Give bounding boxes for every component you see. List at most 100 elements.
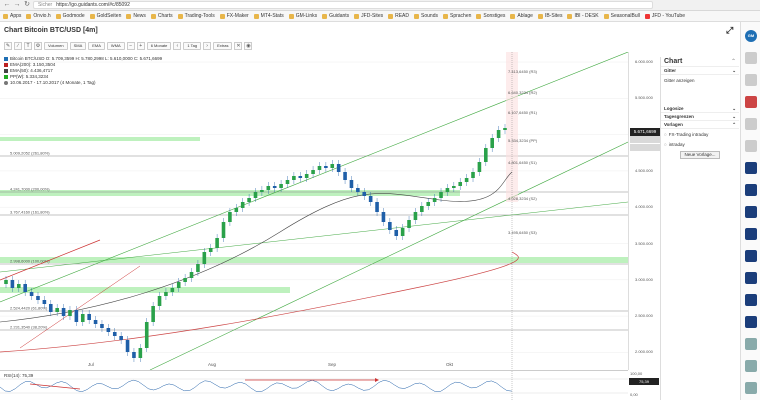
candle	[151, 306, 155, 322]
widget-icon[interactable]	[745, 250, 757, 262]
new-template-button[interactable]: Neue Vorlage...	[680, 151, 720, 159]
pivot-label: 3.495,6450 (S3)	[508, 230, 537, 235]
price-tick-label: 4.000.000	[635, 204, 653, 210]
wma-button[interactable]: WMA	[106, 41, 125, 50]
pivot-label: 5.334,3234 (PP)	[508, 138, 538, 143]
bookmark[interactable]: IBI - DESK	[567, 13, 599, 19]
fib-label: 2.998,6000 (100,00%)	[10, 259, 50, 264]
candle	[260, 190, 264, 192]
folder-icon	[567, 13, 573, 19]
bookmark[interactable]: GM-Links	[288, 13, 317, 19]
bookmark[interactable]: MT4-Stats	[253, 13, 284, 19]
candle	[471, 172, 475, 178]
widget-icon[interactable]	[745, 338, 757, 350]
settings-icon[interactable]: ⚙	[34, 41, 42, 50]
bookmark[interactable]: Apps	[3, 13, 21, 19]
widget-icon[interactable]	[745, 74, 757, 86]
bookmark[interactable]: Charts	[150, 13, 173, 19]
rsi-chart	[0, 371, 628, 401]
chevron-down-icon: ⌄	[732, 67, 736, 73]
gitter-toggle[interactable]: Gitter anzeigen	[661, 75, 739, 85]
widget-icon[interactable]	[745, 360, 757, 372]
candle	[458, 182, 463, 186]
section-logosize[interactable]: Logosize ⌄	[661, 105, 739, 113]
section-vorlagen[interactable]: Vorlagen ⌃	[661, 121, 739, 129]
widget-icon[interactable]	[745, 96, 757, 108]
bookmark[interactable]: JFD-Sites	[354, 13, 383, 19]
candle	[356, 188, 360, 192]
bookmark[interactable]: GoldSeiten	[89, 13, 121, 19]
folder-icon	[510, 13, 516, 19]
ema-button[interactable]: EMA	[88, 41, 105, 50]
bookmark[interactable]: Guidants	[322, 13, 349, 19]
candle	[157, 296, 162, 306]
user-badge[interactable]: GM	[745, 30, 757, 42]
chevron-right-icon[interactable]: ›	[203, 41, 212, 50]
volume-button[interactable]: Volumen	[44, 41, 68, 50]
bookmark[interactable]: Godmode	[55, 13, 85, 19]
bookmark[interactable]: News	[126, 13, 146, 19]
widget-icon[interactable]	[745, 184, 757, 196]
widget-icon[interactable]	[745, 206, 757, 218]
fib-label: 4.241,7000 (200,00%)	[10, 187, 50, 192]
draw-tool-icon[interactable]: ✎	[4, 41, 12, 50]
back-icon[interactable]: ←	[3, 1, 11, 9]
section-gitter[interactable]: Gitter ⌄	[661, 67, 739, 75]
support-zone	[0, 137, 200, 141]
bookmark[interactable]: IB-Sites	[537, 13, 562, 19]
folder-icon	[150, 13, 156, 19]
bookmark[interactable]: JFD - YouTube	[644, 13, 685, 19]
eye-icon[interactable]: ◉	[244, 41, 253, 50]
candle	[132, 352, 136, 358]
widget-icon[interactable]	[745, 162, 757, 174]
chevron-left-icon[interactable]: ‹	[173, 41, 182, 50]
extras-button[interactable]: Extras	[213, 41, 233, 50]
address-bar[interactable]: Sicher https://go.guidants.com/#c/85092	[33, 1, 653, 9]
rsi-label: RSI(14): 75,39	[4, 373, 34, 378]
timeframe-select[interactable]: 6 Monate	[146, 41, 172, 50]
trash-icon[interactable]: ✕	[234, 41, 243, 50]
expand-icon[interactable]: ⤢	[726, 25, 733, 36]
template-item[interactable]: ○ FX-Trading intraday	[661, 129, 739, 139]
section-tagesgrenzen[interactable]: Tagesgrenzen ⌄	[661, 113, 739, 121]
zoom-out-icon[interactable]: −	[126, 41, 135, 50]
bookmark[interactable]: Sprachen	[442, 13, 471, 19]
bookmark[interactable]: READ	[388, 13, 409, 19]
template-item[interactable]: ○ intraday	[661, 139, 739, 149]
bookmark[interactable]: Trading-Tools	[177, 13, 215, 19]
widget-icon[interactable]	[745, 228, 757, 240]
price-axis: 6.000.0005.500.0005.000.0004.500.0004.00…	[628, 52, 660, 370]
widget-icon[interactable]	[745, 272, 757, 284]
rsi-current-badge: 75,39	[629, 378, 659, 385]
widget-icon[interactable]	[745, 382, 757, 394]
text-tool-icon[interactable]: T	[24, 41, 32, 50]
price-chart[interactable]: 5.009,2052 (261,80%) 4.241,7000 (200,00%)…	[0, 52, 628, 370]
widget-icon[interactable]	[745, 316, 757, 328]
collapse-icon[interactable]: ⌃	[731, 58, 736, 65]
forward-icon[interactable]: →	[13, 1, 21, 9]
bookmark[interactable]: SeasonalBull	[603, 13, 640, 19]
candle	[253, 192, 258, 198]
widget-icon[interactable]	[745, 294, 757, 306]
candle	[349, 180, 354, 188]
price-tick-label: 6.000.000	[635, 59, 653, 64]
widget-icon[interactable]	[745, 140, 757, 152]
bookmark[interactable]: Sonstiges	[476, 13, 505, 19]
widget-icon[interactable]	[745, 118, 757, 130]
browser-toolbar: ← → ↻ Sicher https://go.guidants.com/#c/…	[0, 0, 760, 11]
sma-button[interactable]: SMA	[69, 41, 87, 50]
folder-icon	[26, 13, 32, 19]
zoom-in-icon[interactable]: +	[136, 41, 145, 50]
bookmark[interactable]: Ablage	[510, 13, 533, 19]
candle	[503, 128, 507, 130]
reload-icon[interactable]: ↻	[23, 1, 31, 9]
widget-icon[interactable]	[745, 52, 757, 64]
bookmark[interactable]: Onvio.h	[26, 13, 51, 19]
folder-icon	[414, 13, 420, 19]
bookmark[interactable]: FX-Maker	[219, 13, 249, 19]
chart-toolbar: ✎ ∕ T ⚙ Volumen SMA EMA WMA − + 6 Monate…	[4, 41, 253, 50]
interval-select[interactable]: 1 Tag	[183, 41, 202, 50]
bookmark[interactable]: Sounds	[414, 13, 438, 19]
candle	[93, 320, 98, 324]
line-tool-icon[interactable]: ∕	[14, 41, 22, 50]
